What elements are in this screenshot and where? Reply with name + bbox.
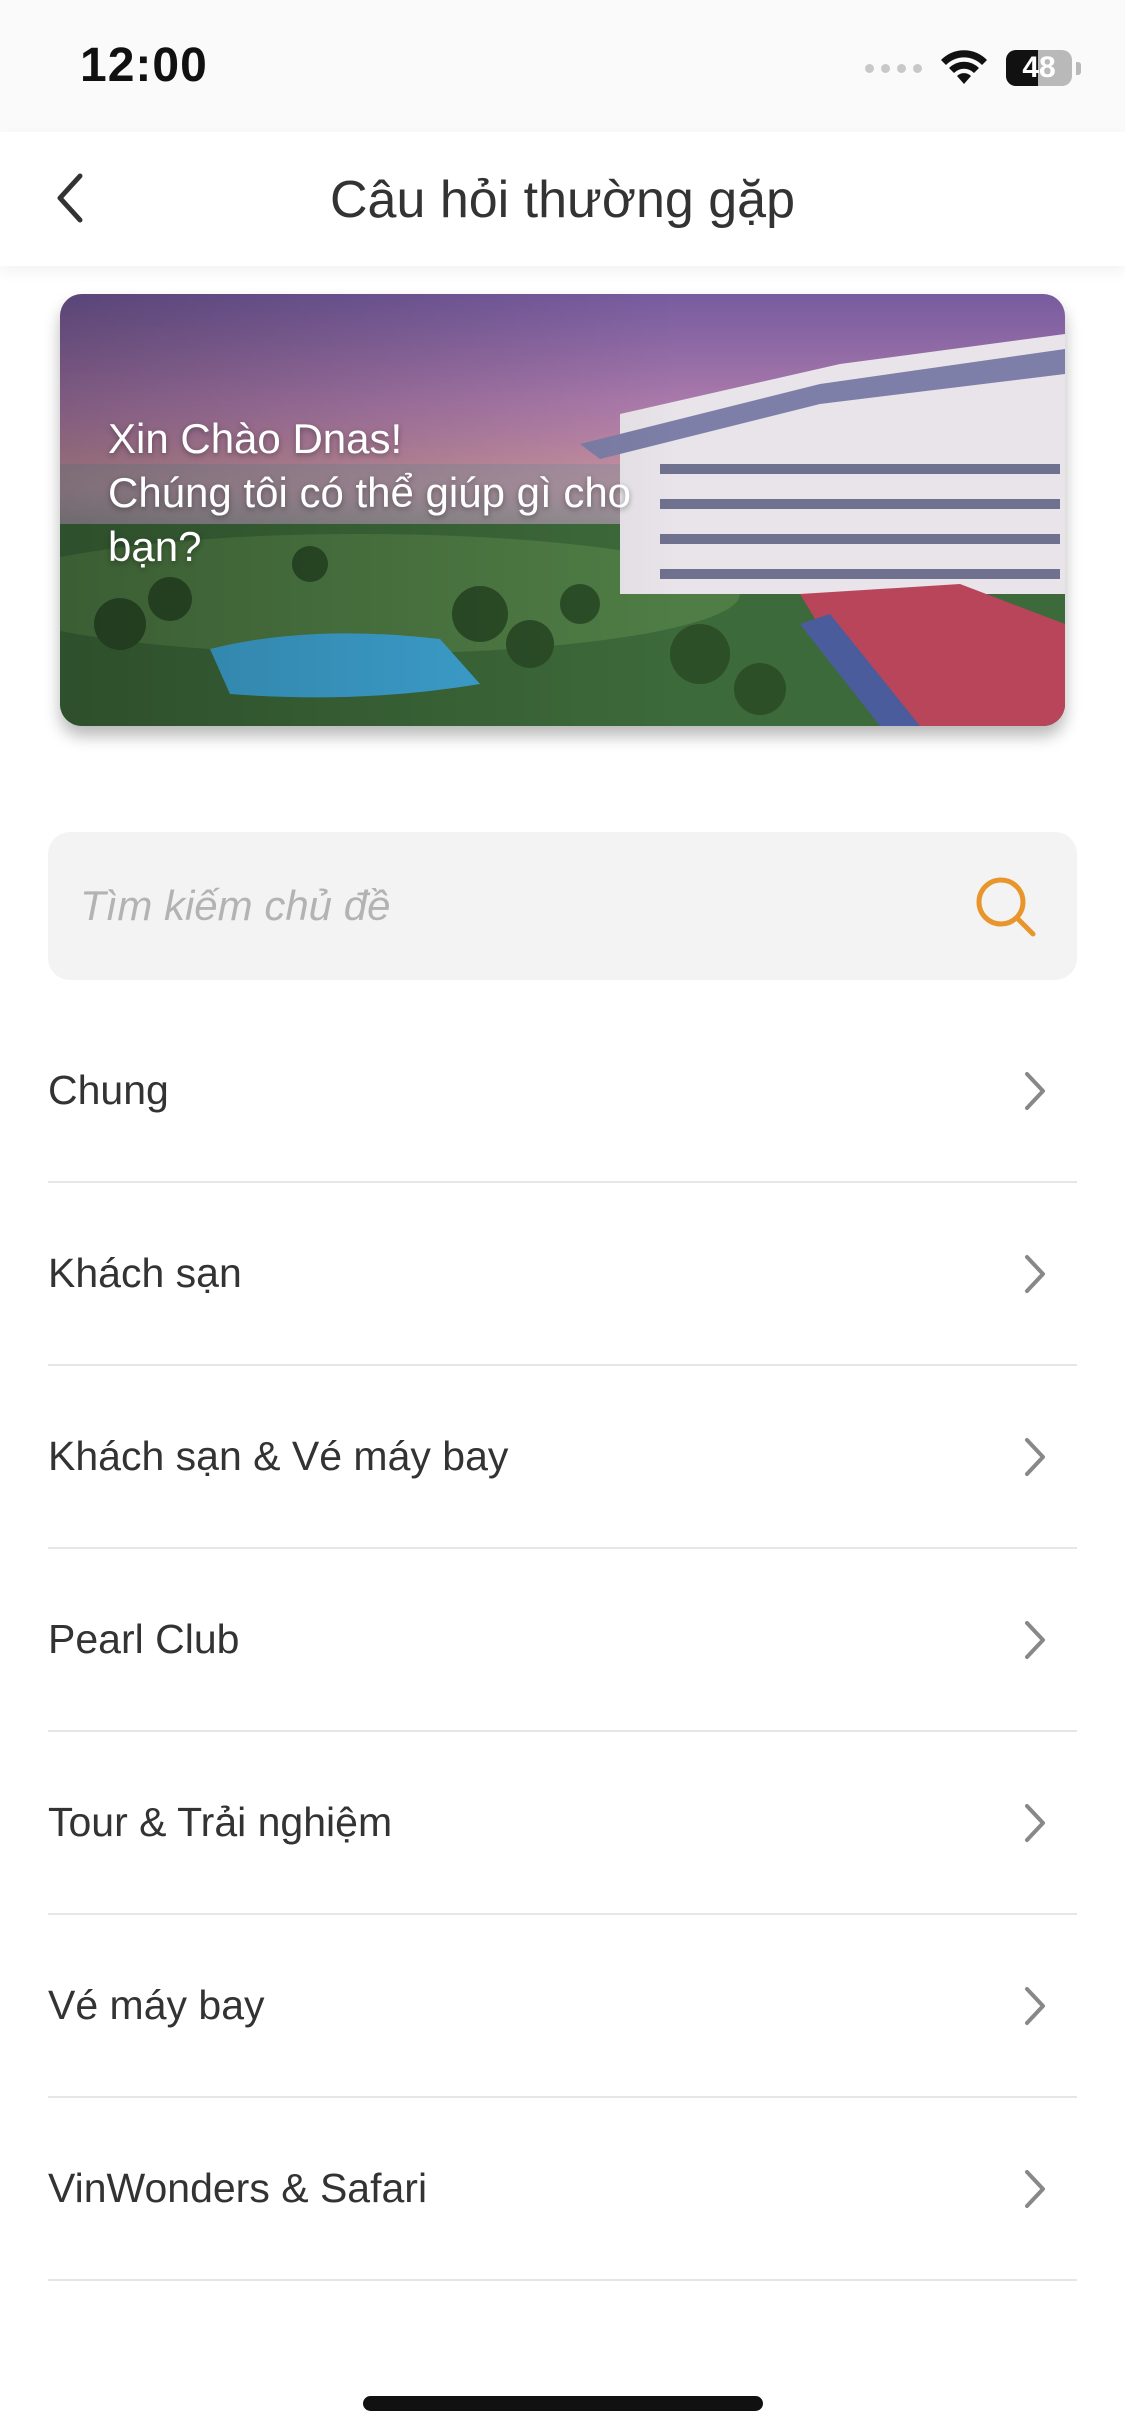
chevron-right-icon <box>1025 1986 1045 2025</box>
search-input[interactable] <box>80 832 960 980</box>
chevron-right-icon <box>1025 1071 1045 1110</box>
faq-category-label: Vé máy bay <box>48 1982 265 2028</box>
search-bar <box>48 832 1077 980</box>
chevron-right-icon <box>1025 1620 1045 1659</box>
battery-level: 48 <box>1022 51 1056 84</box>
faq-category-chung[interactable]: Chung <box>48 1000 1077 1183</box>
status-time: 12:00 <box>80 39 208 92</box>
faq-category-khach-san-ve-may-bay[interactable]: Khách sạn & Vé máy bay <box>48 1366 1077 1549</box>
wifi-icon <box>941 50 987 84</box>
chevron-right-icon <box>1025 1437 1045 1476</box>
battery-icon: 48 <box>1006 50 1072 86</box>
faq-category-label: Tour & Trải nghiệm <box>48 1799 393 1845</box>
faq-category-label: Pearl Club <box>48 1616 240 1662</box>
banner-greeting-line2: Chúng tôi có thể giúp gì cho bạn? <box>108 469 632 570</box>
chevron-right-icon <box>1025 1803 1045 1842</box>
faq-category-label: Chung <box>48 1067 169 1113</box>
faq-category-ve-may-bay[interactable]: Vé máy bay <box>48 1915 1077 2098</box>
faq-category-vinwonders-safari[interactable]: VinWonders & Safari <box>48 2098 1077 2281</box>
search-icon[interactable] <box>973 874 1039 940</box>
faq-category-tour-trai-nghiem[interactable]: Tour & Trải nghiệm <box>48 1732 1077 1915</box>
welcome-banner: Xin Chào Dnas! Chúng tôi có thể giúp gì … <box>60 294 1065 726</box>
status-bar: 12:00 48 <box>0 0 1125 132</box>
faq-category-khach-san[interactable]: Khách sạn <box>48 1183 1077 1366</box>
chevron-right-icon <box>1025 1254 1045 1293</box>
banner-greeting-line1: Xin Chào Dnas! <box>108 415 403 462</box>
faq-category-label: Khách sạn & Vé máy bay <box>48 1433 509 1479</box>
faq-screen: 12:00 48 Câu hỏi thường gặp Xin Chào Dna… <box>0 0 1125 2436</box>
banner-greeting: Xin Chào Dnas! Chúng tôi có thể giúp gì … <box>108 412 668 574</box>
faq-category-pearl-club[interactable]: Pearl Club <box>48 1549 1077 1732</box>
page-title: Câu hỏi thường gặp <box>329 171 795 229</box>
status-icons: 48 <box>865 44 1081 92</box>
faq-category-label: Khách sạn <box>48 1250 242 1296</box>
chevron-right-icon <box>1025 2169 1045 2208</box>
faq-category-list: Chung Khách sạn Khách sạn & Vé máy bay P… <box>48 1000 1077 2281</box>
faq-category-label: VinWonders & Safari <box>48 2165 428 2211</box>
top-navigation-bar: Câu hỏi thường gặp <box>0 132 1125 266</box>
cellular-signal-icon <box>865 63 922 73</box>
home-indicator[interactable] <box>363 2396 763 2411</box>
